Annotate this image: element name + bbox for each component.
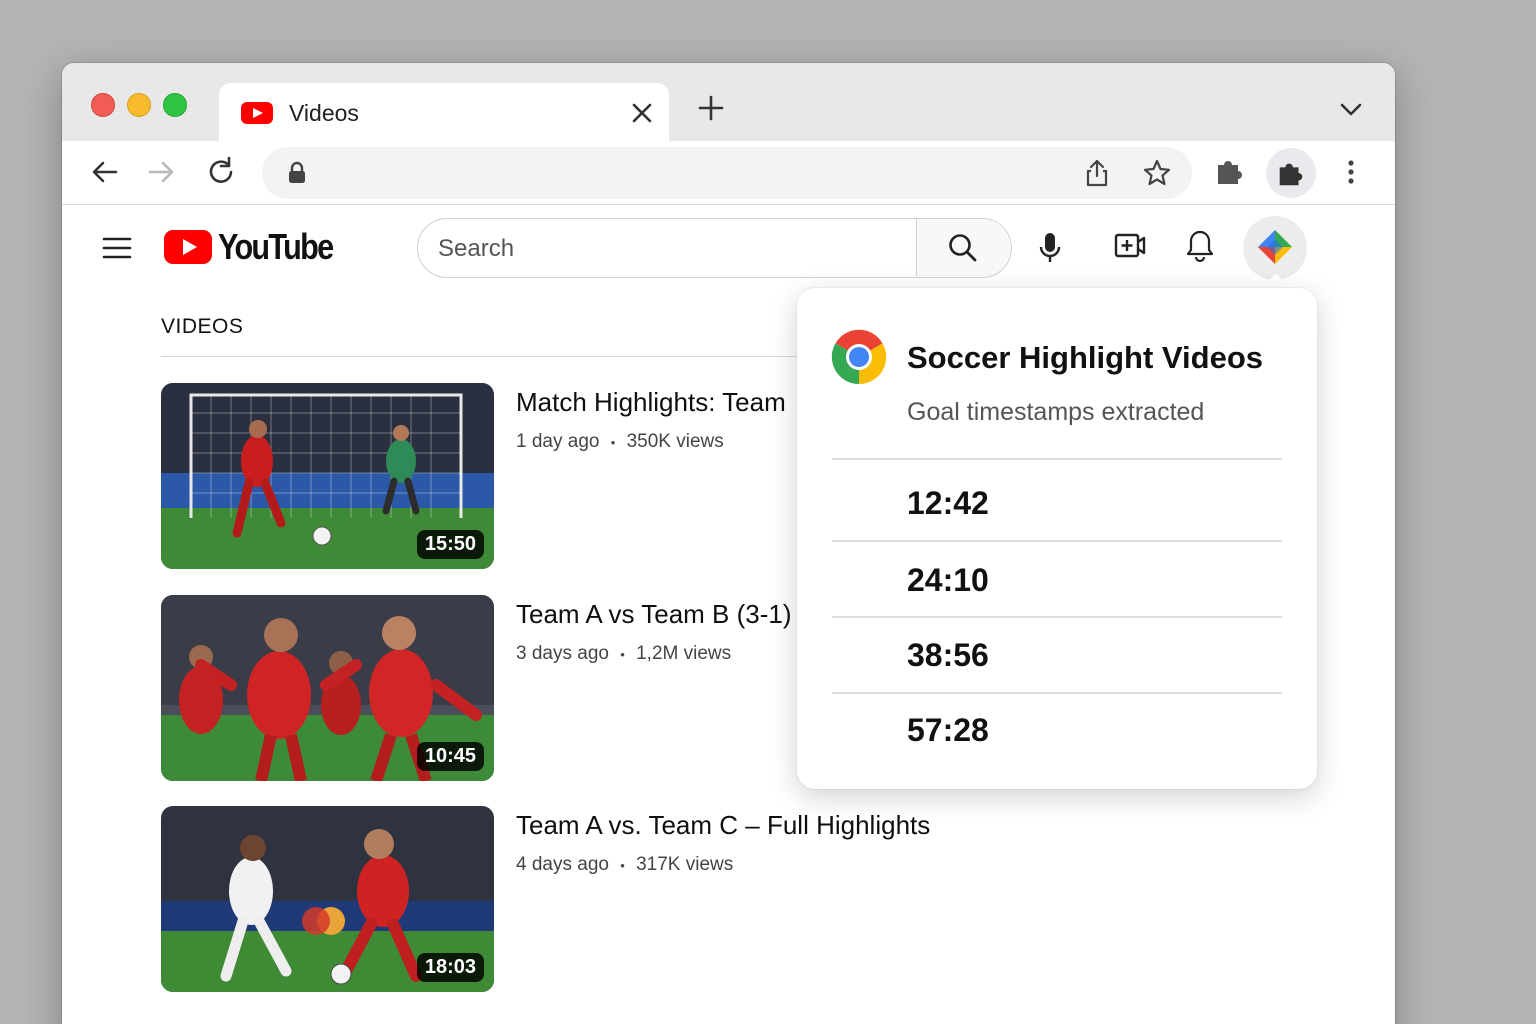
extension-puzzle-icon xyxy=(1279,163,1303,186)
search-box xyxy=(417,218,1012,278)
extensions-puzzle-icon[interactable] xyxy=(1213,154,1247,188)
popup-divider xyxy=(832,458,1282,460)
timestamp-item[interactable]: 38:56 xyxy=(907,637,989,674)
share-icon[interactable] xyxy=(1082,158,1112,188)
tab-strip: Videos xyxy=(62,63,1395,141)
video-meta: 4 days ago • 317K views xyxy=(516,854,733,876)
extension-popup: Soccer Highlight Videos Goal timestamps … xyxy=(797,288,1317,789)
close-tab-icon[interactable] xyxy=(627,98,657,128)
browser-toolbar xyxy=(62,141,1395,205)
youtube-logo-text[interactable]: YouTube xyxy=(218,226,334,268)
tab-videos[interactable]: Videos xyxy=(219,83,669,141)
tab-title: Videos xyxy=(289,100,359,126)
video-age: 4 days ago xyxy=(516,854,609,875)
video-duration: 15:50 xyxy=(416,530,484,559)
youtube-favicon-icon xyxy=(241,102,273,124)
address-bar[interactable] xyxy=(262,147,1192,199)
close-window-button[interactable] xyxy=(91,93,115,117)
forward-icon[interactable] xyxy=(144,155,178,189)
browser-menu-icon[interactable] xyxy=(1334,155,1368,189)
popup-divider xyxy=(832,540,1282,542)
hamburger-menu-icon[interactable] xyxy=(102,234,132,262)
video-duration: 10:45 xyxy=(416,742,484,771)
search-button[interactable] xyxy=(916,219,1011,276)
video-title[interactable]: Team A vs Team B (3-1) xyxy=(516,599,792,630)
extension-logo-icon xyxy=(1258,230,1292,264)
bookmark-star-icon[interactable] xyxy=(1142,158,1172,188)
create-video-icon[interactable] xyxy=(1113,231,1147,261)
video-views: 1,2M views xyxy=(636,643,732,664)
back-icon[interactable] xyxy=(88,155,122,189)
video-item[interactable]: 18:03 Team A vs. Team C – Full Highlight… xyxy=(161,806,1061,992)
video-thumbnail[interactable]: 18:03 xyxy=(161,806,494,992)
minimize-window-button[interactable] xyxy=(127,93,151,117)
popup-title: Soccer Highlight Videos xyxy=(907,340,1264,375)
video-age: 3 days ago xyxy=(516,643,609,664)
popup-subtitle: Goal timestamps extracted xyxy=(907,398,1205,426)
video-title[interactable]: Team A vs. Team C – Full Highlights xyxy=(516,810,930,841)
video-title[interactable]: Match Highlights: Team xyxy=(516,387,786,418)
section-title: VIDEOS xyxy=(161,315,244,338)
video-age: 1 day ago xyxy=(516,431,600,452)
video-meta: 3 days ago • 1,2M views xyxy=(516,643,731,665)
reload-icon[interactable] xyxy=(204,155,238,189)
youtube-logo-icon[interactable] xyxy=(164,230,212,264)
maximize-window-button[interactable] xyxy=(163,93,187,117)
chrome-logo-icon xyxy=(831,329,887,385)
video-meta: 1 day ago • 350K views xyxy=(516,431,724,453)
lock-icon xyxy=(289,161,305,183)
popup-divider xyxy=(832,616,1282,618)
chevron-down-icon[interactable] xyxy=(1336,97,1366,121)
microphone-icon[interactable] xyxy=(1035,230,1065,266)
extension-avatar-button[interactable] xyxy=(1243,216,1307,280)
meta-separator: • xyxy=(620,647,625,662)
youtube-header: YouTube xyxy=(62,206,1395,290)
new-tab-icon[interactable] xyxy=(696,93,726,123)
notifications-bell-icon[interactable] xyxy=(1184,228,1216,264)
video-thumbnail[interactable]: 10:45 xyxy=(161,595,494,781)
timestamp-item[interactable]: 12:42 xyxy=(907,485,989,522)
video-duration: 18:03 xyxy=(416,953,484,982)
video-thumbnail[interactable]: 15:50 xyxy=(161,383,494,569)
meta-separator: • xyxy=(610,435,616,450)
timestamp-item[interactable]: 57:28 xyxy=(907,712,989,749)
video-views: 317K views xyxy=(636,854,734,875)
search-icon xyxy=(949,234,977,262)
popup-divider xyxy=(832,692,1282,694)
active-extension-button[interactable] xyxy=(1266,148,1316,198)
video-views: 350K views xyxy=(626,431,724,452)
search-input[interactable] xyxy=(438,233,898,265)
timestamp-item[interactable]: 24:10 xyxy=(907,562,989,599)
meta-separator: • xyxy=(620,858,625,873)
